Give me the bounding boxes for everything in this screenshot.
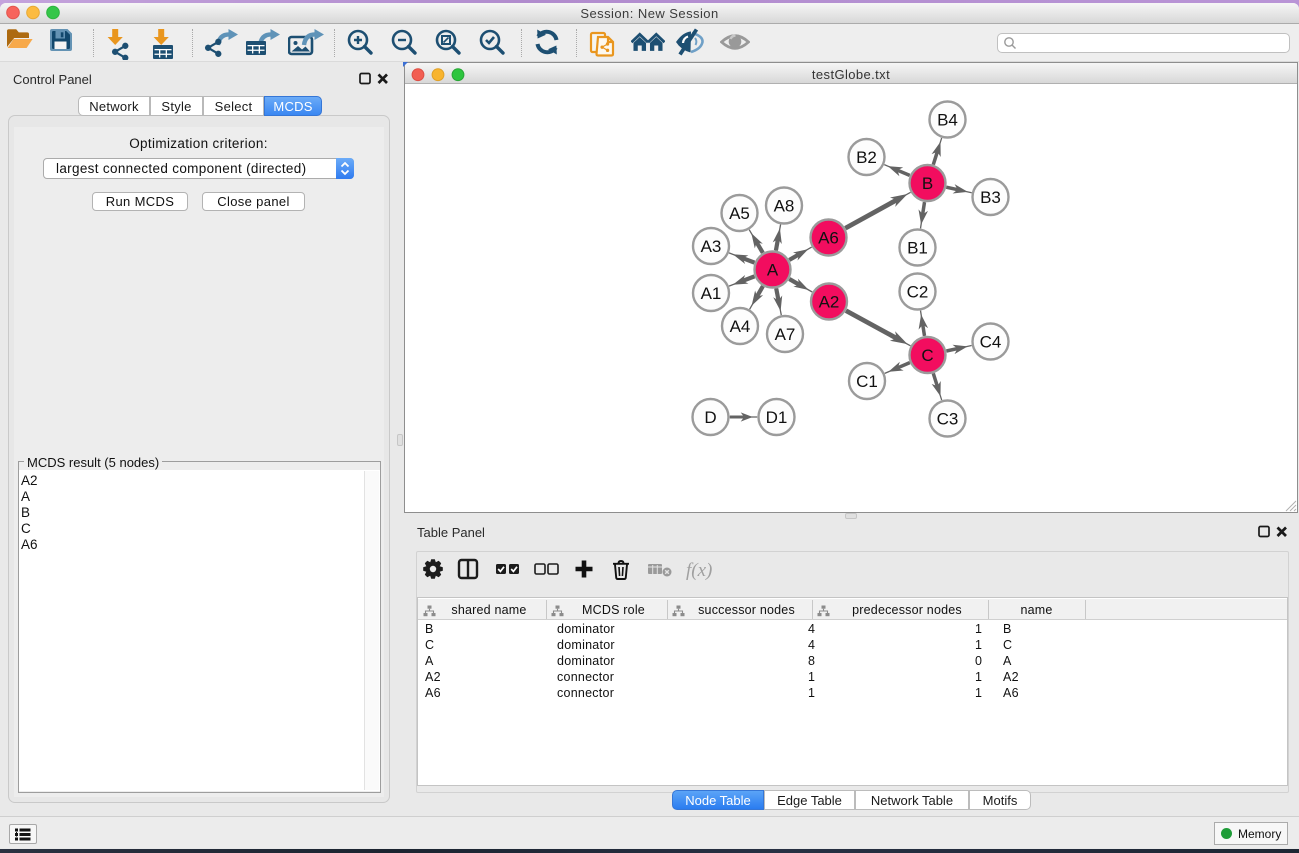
svg-text:A4: A4 bbox=[730, 317, 751, 336]
svg-text:B: B bbox=[922, 174, 933, 193]
svg-text:A2: A2 bbox=[819, 293, 840, 312]
svg-text:A8: A8 bbox=[774, 197, 795, 216]
svg-text:A7: A7 bbox=[775, 325, 796, 344]
svg-text:B3: B3 bbox=[980, 188, 1001, 207]
svg-text:D1: D1 bbox=[766, 408, 788, 427]
svg-text:C3: C3 bbox=[937, 410, 959, 429]
svg-text:A6: A6 bbox=[818, 229, 839, 248]
svg-text:C: C bbox=[921, 346, 933, 365]
svg-text:C2: C2 bbox=[907, 283, 929, 302]
svg-text:C1: C1 bbox=[856, 372, 878, 391]
svg-text:A5: A5 bbox=[729, 204, 750, 223]
svg-text:A: A bbox=[767, 261, 779, 280]
svg-text:C4: C4 bbox=[980, 333, 1002, 352]
svg-text:B2: B2 bbox=[856, 148, 877, 167]
svg-text:A3: A3 bbox=[701, 237, 722, 256]
svg-text:A1: A1 bbox=[701, 284, 722, 303]
svg-text:B1: B1 bbox=[907, 239, 928, 258]
svg-text:B4: B4 bbox=[937, 111, 958, 130]
svg-text:D: D bbox=[704, 408, 716, 427]
